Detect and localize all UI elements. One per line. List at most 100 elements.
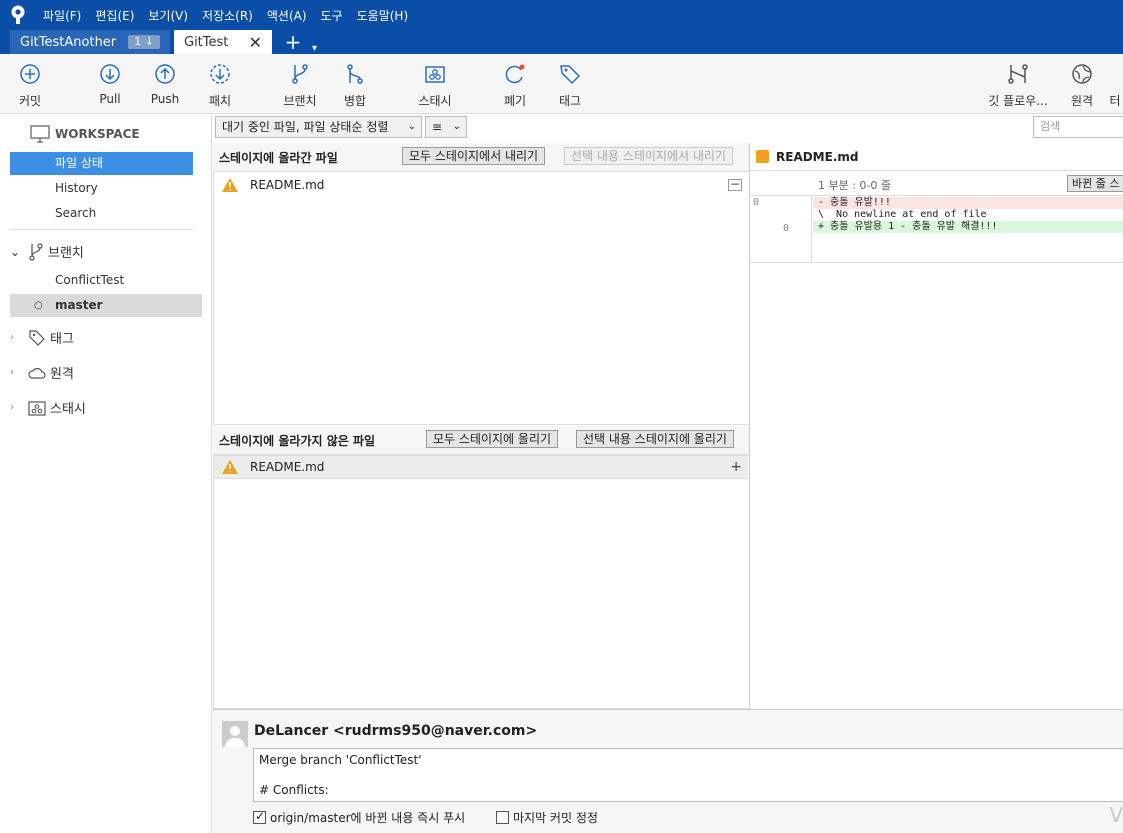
view-mode-dropdown[interactable]: ≡ ⌄	[425, 116, 467, 138]
pull-count-badge: 1 ↓	[128, 35, 160, 49]
sidebar-group-label: 스태시	[50, 402, 86, 417]
amend-checkbox[interactable]	[496, 811, 509, 824]
stage-all-button[interactable]: 모두 스테이지에 올리기	[426, 430, 559, 448]
chevron-down-icon: ⌄	[407, 121, 416, 132]
menu-tools[interactable]: 도구	[314, 7, 350, 24]
unstage-selected-button[interactable]: 선택 내용 스테이지에서 내리기	[564, 147, 733, 165]
monitor-icon	[30, 125, 50, 143]
toolbar: 커밋 Pull Push 패치 브랜치 병합 스태시 폐기 태그 깃 플로우..…	[0, 54, 1123, 114]
unstaged-files-header: 스테이지에 올라가지 않은 파일 모두 스테이지에 올리기 선택 내용 스테이지…	[213, 426, 749, 454]
amend-option-label: 마지막 커밋 정정	[513, 811, 598, 825]
push-checkbox[interactable]	[253, 809, 266, 824]
commit-message-input[interactable]: Merge branch 'ConflictTest' # Conflicts:	[253, 748, 1123, 802]
terminal-button[interactable]: 터	[1100, 62, 1123, 109]
hunk-label: 1 부분 : 0-0 줄	[818, 179, 892, 192]
sidebar-group-branches[interactable]: ⌄ 브랜치	[10, 242, 84, 261]
gitflow-label: 깃 플로우...	[988, 94, 1048, 108]
sidebar-group-stashes[interactable]: › 스태시	[10, 398, 86, 417]
staged-file-row[interactable]: README.md −	[214, 173, 748, 197]
warning-icon	[222, 460, 238, 474]
push-button[interactable]: Push	[135, 62, 195, 106]
menu-help[interactable]: 도움말(H)	[350, 7, 416, 24]
sidebar-group-remotes[interactable]: › 원격	[10, 363, 74, 382]
menu-view[interactable]: 보기(V)	[141, 7, 195, 24]
staged-title: 스테이지에 올라간 파일	[219, 150, 338, 165]
pull-button[interactable]: Pull	[80, 62, 140, 106]
stash-label: 스태시	[418, 94, 452, 108]
diff-file-header: README.md	[750, 143, 1123, 171]
fetch-button[interactable]: 패치	[190, 62, 250, 109]
sidebar-item-file-status[interactable]: 파일 상태	[10, 152, 193, 175]
tab-label: GitTestAnother	[20, 34, 117, 50]
unstage-file-button[interactable]: −	[728, 178, 742, 191]
staged-files-header: 스테이지에 올라간 파일 모두 스테이지에서 내리기 선택 내용 스테이지에서 …	[213, 143, 749, 171]
amend-commit-option[interactable]: 마지막 커밋 정정	[496, 809, 598, 826]
line-number-gutter: 0 0	[750, 196, 812, 262]
stash-button[interactable]: 스태시	[405, 62, 465, 109]
hunk-header: 1 부분 : 0-0 줄 바뀐 줄 스	[750, 172, 1123, 196]
branch-button[interactable]: 브랜치	[270, 62, 330, 109]
discard-label: 폐기	[503, 94, 527, 108]
modified-file-icon	[756, 150, 769, 163]
tag-icon	[560, 65, 581, 85]
diff-line-no-newline: \ No newline at end of file	[818, 209, 987, 220]
sidebar-group-tags[interactable]: › 태그	[10, 328, 74, 347]
old-line-number: 0	[753, 197, 760, 208]
gitflow-button[interactable]: 깃 플로우...	[988, 62, 1048, 109]
diff-file-name: README.md	[776, 149, 859, 164]
file-name: README.md	[250, 178, 325, 192]
close-icon[interactable]: ✕	[249, 33, 262, 52]
stage-file-button[interactable]: +	[730, 459, 742, 475]
sidebar-item-search[interactable]: Search	[10, 202, 193, 225]
push-immediately-option[interactable]: origin/master에 바뀐 내용 즉시 푸시	[253, 809, 465, 826]
search-input[interactable]: 검색	[1033, 116, 1123, 138]
tag-label: 태그	[558, 94, 582, 108]
merge-icon	[347, 64, 363, 84]
merge-button[interactable]: 병합	[325, 62, 385, 109]
sidebar-item-conflicttest[interactable]: ConflictTest	[10, 269, 193, 292]
tab-bar: GitTestAnother 1 ↓ GitTest ✕ + ▾	[0, 30, 1123, 54]
sort-value: 대기 중인 파일, 파일 상태순 정렬	[222, 120, 389, 134]
sidebar-item-label: master	[55, 298, 103, 312]
menu-edit[interactable]: 편집(E)	[88, 7, 141, 24]
add-tab-button[interactable]: +	[282, 30, 304, 54]
remote-label: 원격	[1070, 94, 1094, 108]
sourcetree-logo-icon	[0, 0, 36, 30]
menu-bar: 파일(F) 편집(E) 보기(V) 저장소(R) 액션(A) 도구 도움말(H)	[0, 0, 1123, 30]
tag-button[interactable]: 태그	[540, 62, 600, 109]
sidebar-item-master[interactable]: ○ master	[10, 294, 202, 317]
watermark: V	[1109, 803, 1123, 827]
discard-button[interactable]: 폐기	[485, 62, 545, 109]
sort-dropdown[interactable]: 대기 중인 파일, 파일 상태순 정렬 ⌄	[215, 116, 422, 138]
cloud-icon	[28, 367, 46, 379]
workspace-label: WORKSPACE	[55, 127, 140, 141]
sidebar-item-history[interactable]: History	[10, 177, 193, 200]
commit-icon	[20, 64, 40, 84]
stage-lines-button[interactable]: 바뀐 줄 스	[1067, 175, 1123, 192]
tab-gittestanother[interactable]: GitTestAnother 1 ↓	[10, 30, 170, 54]
diff-line-removed: - 충돌 유발!!!	[813, 197, 1123, 209]
unstage-all-button[interactable]: 모두 스테이지에서 내리기	[402, 147, 546, 165]
menu-file[interactable]: 파일(F)	[36, 7, 88, 24]
push-label: Push	[150, 92, 180, 106]
fetch-icon	[210, 64, 230, 84]
chevron-right-icon: ›	[10, 402, 14, 413]
commit-button[interactable]: 커밋	[0, 62, 60, 109]
gitflow-icon	[1008, 64, 1028, 84]
fetch-label: 패치	[208, 94, 232, 108]
avatar	[222, 721, 248, 747]
branch-icon	[29, 242, 43, 261]
chevron-down-icon[interactable]: ▾	[312, 43, 317, 54]
commit-panel: DeLancer <rudrms950@naver.com> Merge bra…	[213, 709, 1123, 833]
chevron-right-icon: ›	[10, 332, 14, 343]
pull-label: Pull	[99, 92, 121, 106]
sidebar: WORKSPACE 파일 상태 History Search ⌄ 브랜치 Con…	[0, 115, 212, 833]
stage-selected-button[interactable]: 선택 내용 스테이지에 올리기	[576, 430, 734, 448]
tab-gittest[interactable]: GitTest ✕	[174, 30, 272, 54]
unstaged-file-row[interactable]: README.md +	[214, 455, 748, 479]
terminal-label: 터	[1109, 94, 1121, 108]
branch-icon	[292, 64, 308, 84]
stash-icon	[28, 400, 46, 416]
menu-actions[interactable]: 액션(A)	[260, 7, 314, 24]
menu-repository[interactable]: 저장소(R)	[195, 7, 260, 24]
